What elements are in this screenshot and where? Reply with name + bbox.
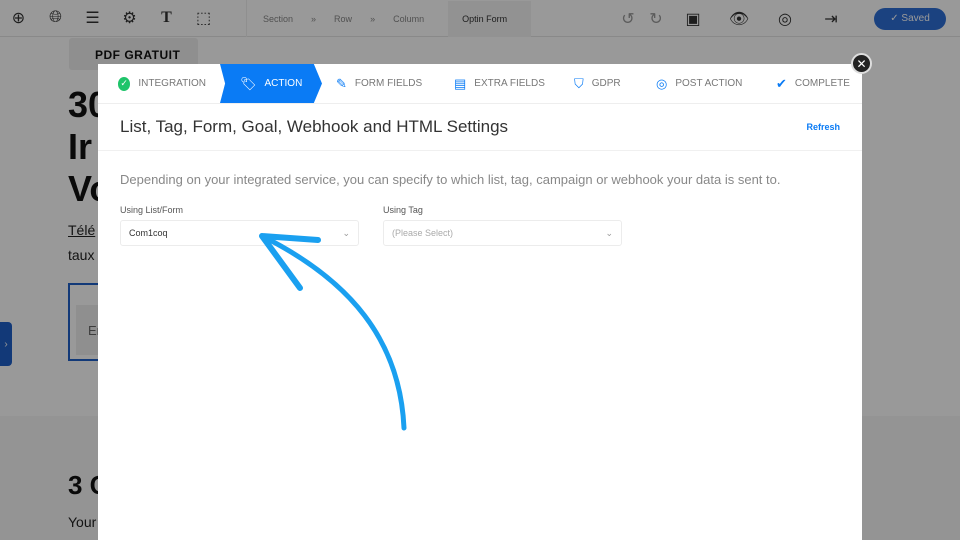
annotation-arrow [259, 233, 407, 431]
